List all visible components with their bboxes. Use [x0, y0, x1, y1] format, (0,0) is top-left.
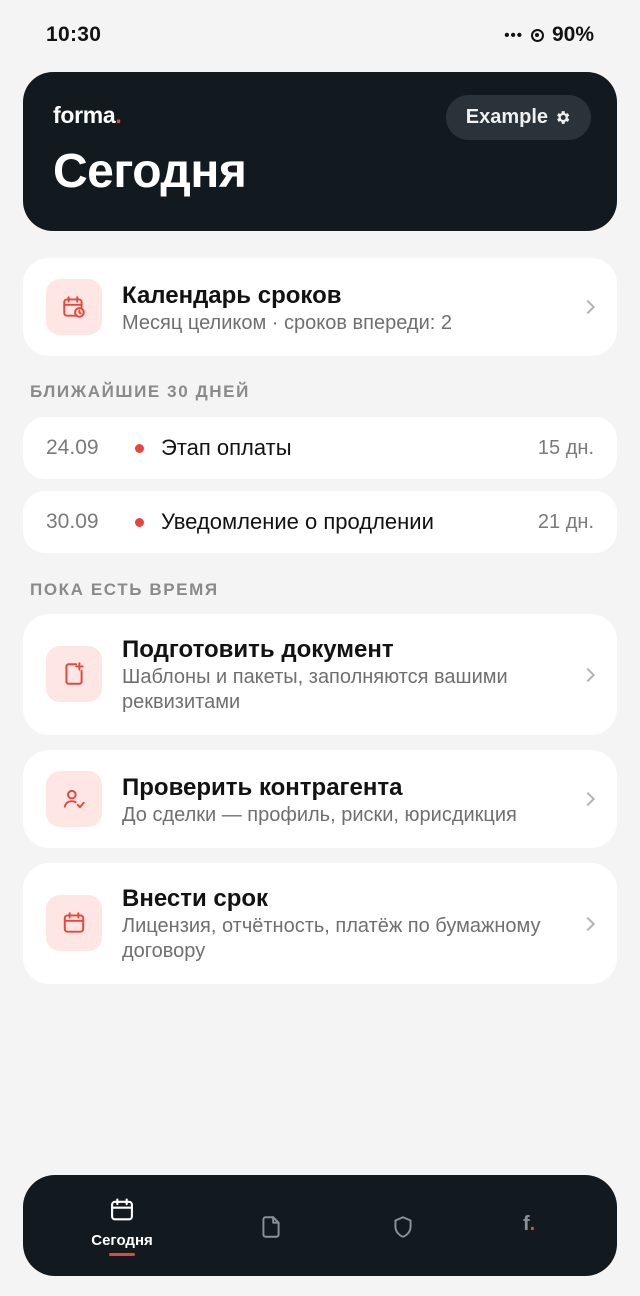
- calendar-icon: [111, 1198, 133, 1221]
- calendar-card-subtitle: Месяц целиком · сроков впереди: 2: [122, 312, 452, 334]
- forma-logo-icon: f.: [523, 1213, 536, 1235]
- add-deadline-title: Внести срок: [122, 885, 269, 912]
- bottom-nav: Сегодня f.: [23, 1175, 617, 1276]
- deadline-row[interactable]: 30.09 Уведомление о продлении 21 дн.: [23, 491, 617, 553]
- prepare-document-subtitle: Шаблоны и пакеты, заполняются вашими рек…: [122, 666, 508, 713]
- user-check-icon: [46, 771, 102, 827]
- prepare-document-card[interactable]: Подготовить документ Шаблоны и пакеты, з…: [23, 614, 617, 735]
- chevron-right-icon: [580, 299, 596, 315]
- brand-dot: .: [115, 102, 122, 128]
- check-counterparty-title: Проверить контрагента: [122, 774, 403, 801]
- document-icon: [262, 1216, 280, 1238]
- deadline-date: 24.09: [46, 436, 99, 459]
- deadline-title: Этап оплаты: [161, 435, 292, 460]
- add-deadline-card[interactable]: Внести срок Лицензия, отчётность, платёж…: [23, 863, 617, 984]
- deadline-status-dot: [135, 444, 144, 453]
- prepare-document-title: Подготовить документ: [122, 636, 394, 663]
- check-counterparty-subtitle: До сделки — профиль, риски, юрисдикция: [122, 804, 517, 826]
- nav-item-today[interactable]: Сегодня: [72, 1175, 172, 1276]
- actions-section-label: ПОКА ЕСТЬ ВРЕМЯ: [30, 580, 219, 599]
- gear-icon: [557, 111, 570, 124]
- upcoming-section-label: БЛИЖАЙШИЕ 30 ДНЕЙ: [30, 382, 250, 401]
- document-plus-icon: [46, 646, 102, 702]
- signal-dots-icon: •••: [504, 26, 523, 44]
- nav-active-indicator: [109, 1253, 135, 1256]
- deadline-title: Уведомление о продлении: [161, 509, 434, 534]
- page-title: Сегодня: [53, 145, 247, 198]
- nav-item-profile[interactable]: f.: [483, 1175, 583, 1276]
- chevron-right-icon: [580, 916, 596, 932]
- nav-item-documents[interactable]: [221, 1175, 321, 1276]
- add-deadline-subtitle: Лицензия, отчётность, платёж по бумажном…: [122, 915, 541, 962]
- nav-item-protection[interactable]: [353, 1175, 453, 1276]
- brand-name: forma: [53, 102, 116, 128]
- calendar-icon: [46, 895, 102, 951]
- chevron-right-icon: [580, 791, 596, 807]
- header-card: forma. Сегодня Example: [23, 72, 617, 231]
- status-indicators: ••• 90%: [504, 23, 594, 47]
- deadline-row[interactable]: 24.09 Этап оплаты 15 дн.: [23, 417, 617, 479]
- check-counterparty-card[interactable]: Проверить контрагента До сделки — профил…: [23, 750, 617, 848]
- account-label: Example: [465, 106, 548, 128]
- deadline-days-left: 15 дн.: [537, 437, 594, 459]
- calendar-clock-icon: [46, 279, 102, 335]
- calendar-card[interactable]: Календарь сроков Месяц целиком · сроков …: [23, 258, 617, 356]
- account-switcher-button[interactable]: Example: [445, 95, 591, 140]
- calendar-card-title: Календарь сроков: [122, 282, 342, 309]
- deadline-status-dot: [135, 518, 144, 527]
- status-time: 10:30: [46, 23, 102, 46]
- chevron-right-icon: [580, 667, 596, 683]
- focus-ring-icon: [530, 28, 544, 42]
- deadline-date: 30.09: [46, 510, 99, 533]
- battery-level: 90%: [551, 23, 594, 46]
- brand-logo: forma.: [53, 102, 122, 129]
- status-bar: 10:30 ••• 90%: [0, 0, 640, 72]
- nav-label-today: Сегодня: [91, 1232, 153, 1249]
- deadline-days-left: 21 дн.: [537, 511, 594, 533]
- shield-icon: [394, 1216, 412, 1238]
